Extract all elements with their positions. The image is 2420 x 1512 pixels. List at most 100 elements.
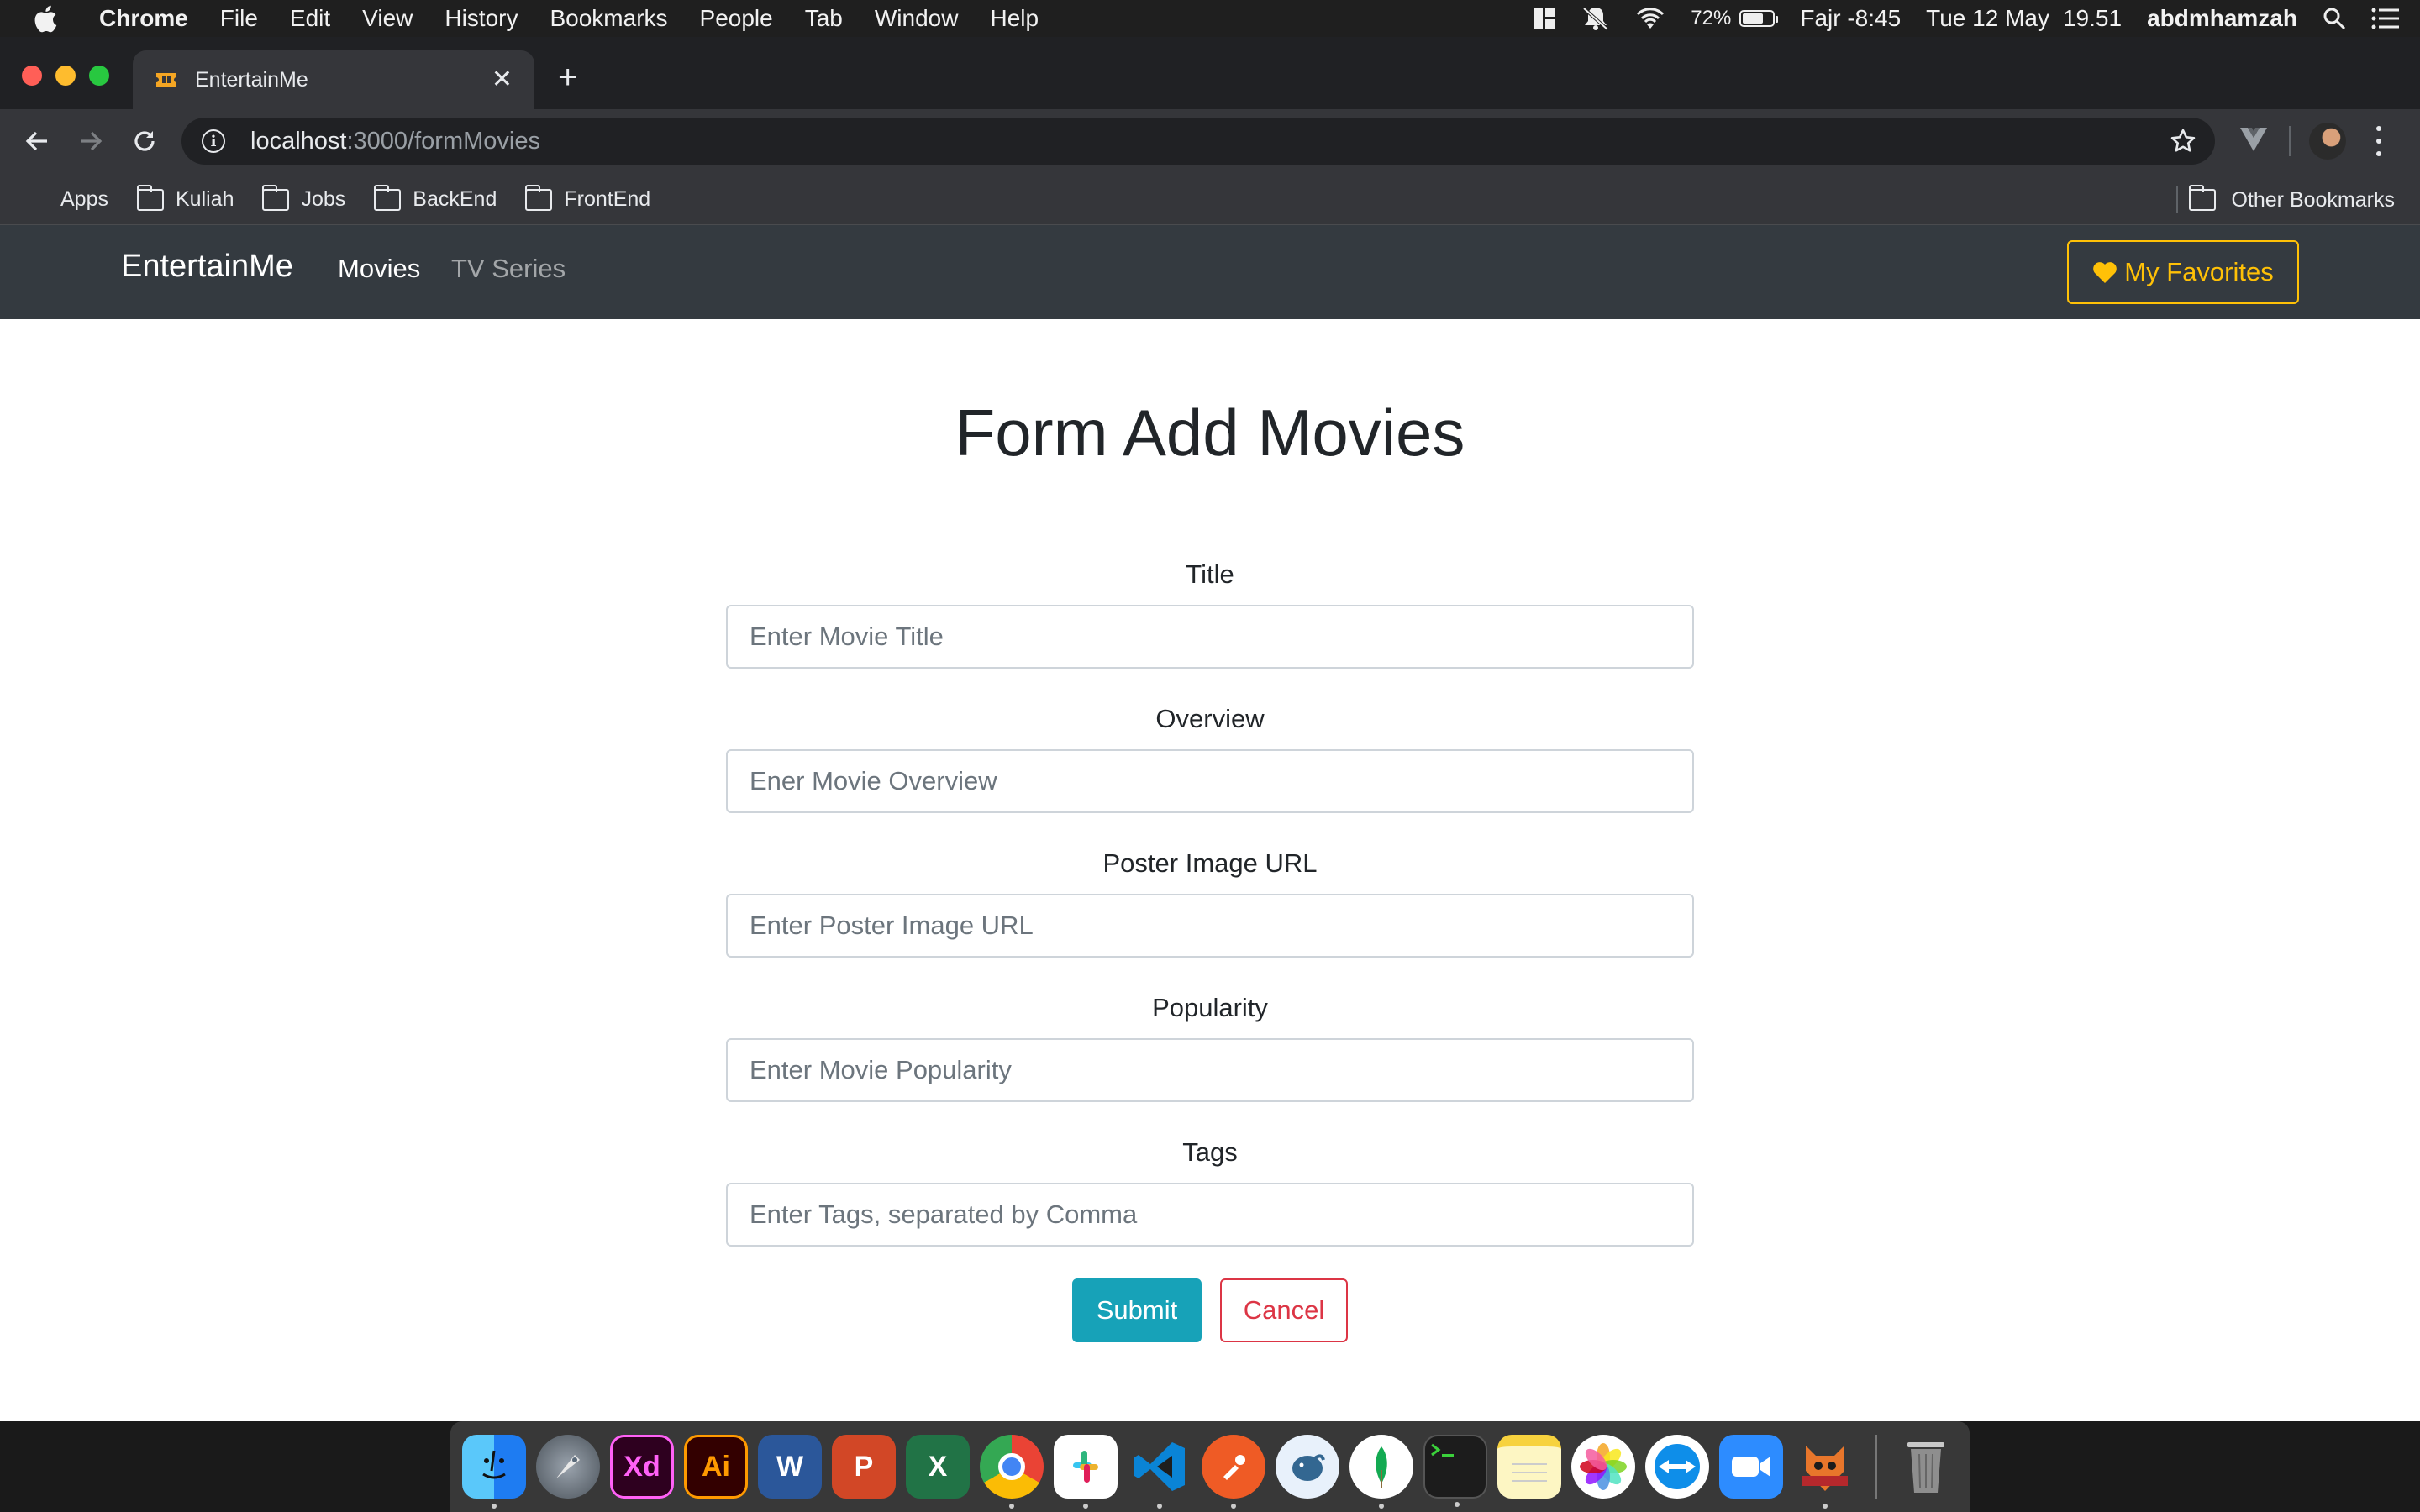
word-icon[interactable]: W: [758, 1435, 822, 1499]
running-indicator: [1157, 1504, 1162, 1509]
window-layout-icon[interactable]: [1533, 7, 1556, 30]
submit-button[interactable]: Submit: [1072, 1278, 1202, 1342]
photos-icon[interactable]: [1571, 1435, 1635, 1499]
spotlight-search-icon[interactable]: [2323, 7, 2346, 30]
tableplus-icon[interactable]: [1276, 1435, 1339, 1499]
trash-icon[interactable]: [1894, 1435, 1958, 1499]
prayer-time[interactable]: Fajr -8:45: [1800, 5, 1901, 32]
bookmark-star-icon[interactable]: [2170, 128, 2196, 155]
hacktiv8-icon[interactable]: [1793, 1435, 1857, 1509]
running-indicator: [1455, 1502, 1460, 1507]
url-path: :3000/formMovies: [346, 127, 540, 155]
form-group-popularity: Popularity: [726, 991, 1694, 1102]
window-minimize-button[interactable]: [55, 66, 76, 86]
menu-bookmarks[interactable]: Bookmarks: [550, 5, 667, 32]
bookmark-folder-frontend[interactable]: FrontEnd: [525, 184, 651, 212]
menu-people[interactable]: People: [700, 5, 773, 32]
bookmark-folder-label: FrontEnd: [564, 187, 651, 211]
form-group-poster-url: Poster Image URL: [726, 847, 1694, 958]
my-favorites-button[interactable]: My Favorites: [2067, 240, 2299, 304]
apple-menu-icon[interactable]: [34, 4, 59, 33]
macos-dock: Xd Ai W P X: [450, 1421, 1970, 1512]
forward-arrow-icon[interactable]: [74, 124, 108, 158]
bookmark-folder-label: Kuliah: [175, 187, 234, 211]
menu-tab[interactable]: Tab: [805, 5, 843, 32]
bookmark-folder-jobs[interactable]: Jobs: [262, 184, 345, 212]
popularity-input[interactable]: [726, 1038, 1694, 1102]
form-group-title: Title: [726, 558, 1694, 669]
profile-avatar[interactable]: [2309, 123, 2346, 160]
zoom-icon[interactable]: [1719, 1435, 1783, 1499]
adobe-xd-icon[interactable]: Xd: [610, 1435, 674, 1499]
back-arrow-icon[interactable]: [20, 124, 54, 158]
bookmark-folder-kuliah[interactable]: Kuliah: [136, 184, 234, 212]
menu-file[interactable]: File: [220, 5, 258, 32]
address-bar[interactable]: i localhost:3000/formMovies: [182, 118, 2215, 165]
bookmark-other[interactable]: Other Bookmarks: [2189, 175, 2395, 225]
tags-input[interactable]: [726, 1183, 1694, 1247]
running-indicator: [1823, 1504, 1828, 1509]
overview-label: Overview: [1155, 704, 1265, 733]
menu-edit[interactable]: Edit: [290, 5, 330, 32]
overview-input[interactable]: [726, 749, 1694, 813]
notification-bell-icon[interactable]: [1581, 6, 1610, 31]
notification-center-icon[interactable]: [2371, 8, 2400, 29]
bookmarks-bar: Apps Kuliah Jobs BackEnd FrontEnd Other …: [0, 175, 2420, 225]
browser-toolbar: i localhost:3000/formMovies: [0, 109, 2420, 175]
navbar-brand[interactable]: EntertainMe: [121, 249, 293, 285]
launchpad-icon[interactable]: [536, 1435, 600, 1499]
folder-icon: [262, 184, 290, 211]
tags-label: Tags: [1182, 1137, 1238, 1167]
clock-date[interactable]: Tue 12 May: [1926, 5, 2049, 32]
excel-icon[interactable]: X: [906, 1435, 970, 1499]
chrome-icon[interactable]: [980, 1435, 1044, 1509]
menu-help[interactable]: Help: [990, 5, 1039, 32]
poster-url-input[interactable]: [726, 894, 1694, 958]
menu-app-name[interactable]: Chrome: [99, 5, 188, 32]
adobe-illustrator-icon[interactable]: Ai: [684, 1435, 748, 1499]
vue-devtools-icon[interactable]: [2238, 126, 2269, 157]
mongodb-compass-icon[interactable]: [1349, 1435, 1413, 1509]
nav-link-tv-series[interactable]: TV Series: [451, 254, 566, 284]
tab-entertainme[interactable]: EntertainMe ✕: [133, 50, 534, 109]
window-zoom-button[interactable]: [89, 66, 109, 86]
bookmark-folder-backend[interactable]: BackEnd: [374, 184, 497, 212]
nav-link-movies[interactable]: Movies: [338, 254, 420, 284]
window-close-button[interactable]: [22, 66, 42, 86]
popularity-label: Popularity: [1152, 993, 1268, 1022]
running-indicator: [1379, 1504, 1384, 1509]
title-input[interactable]: [726, 605, 1694, 669]
bookmark-folder-label: BackEnd: [413, 187, 497, 211]
reload-icon[interactable]: [128, 124, 161, 158]
menu-view[interactable]: View: [362, 5, 413, 32]
site-info-icon[interactable]: i: [202, 129, 225, 153]
clock-time[interactable]: 19.51: [2063, 5, 2122, 32]
terminal-icon[interactable]: [1423, 1435, 1487, 1507]
apps-grid-icon: [25, 188, 49, 212]
folder-icon: [525, 184, 553, 211]
battery-icon[interactable]: [1739, 10, 1779, 27]
user-name[interactable]: abdmhamzah: [2147, 5, 2297, 32]
bookmark-apps[interactable]: Apps: [25, 187, 108, 212]
slack-icon[interactable]: [1054, 1435, 1118, 1509]
cancel-button[interactable]: Cancel: [1220, 1278, 1348, 1342]
wifi-icon[interactable]: [1635, 7, 1665, 30]
teamviewer-icon[interactable]: [1645, 1435, 1709, 1499]
notes-icon[interactable]: [1497, 1435, 1561, 1499]
chrome-menu-icon[interactable]: [2375, 126, 2383, 156]
menu-history[interactable]: History: [445, 5, 518, 32]
page-viewport: EntertainMe Movies TV Series My Favorite…: [0, 225, 2420, 1421]
powerpoint-icon[interactable]: P: [832, 1435, 896, 1499]
poster-url-label: Poster Image URL: [1102, 848, 1318, 878]
finder-icon[interactable]: [462, 1435, 526, 1509]
tab-close-icon[interactable]: ✕: [492, 67, 513, 92]
menu-window[interactable]: Window: [875, 5, 959, 32]
folder-icon: [136, 184, 164, 211]
dock-divider: [1876, 1435, 1877, 1499]
vscode-icon[interactable]: [1128, 1435, 1192, 1509]
heart-icon: [2093, 262, 2118, 283]
running-indicator: [1083, 1504, 1088, 1509]
my-favorites-label: My Favorites: [2124, 257, 2274, 286]
postman-icon[interactable]: [1202, 1435, 1265, 1509]
new-tab-plus-icon[interactable]: +: [558, 60, 577, 94]
